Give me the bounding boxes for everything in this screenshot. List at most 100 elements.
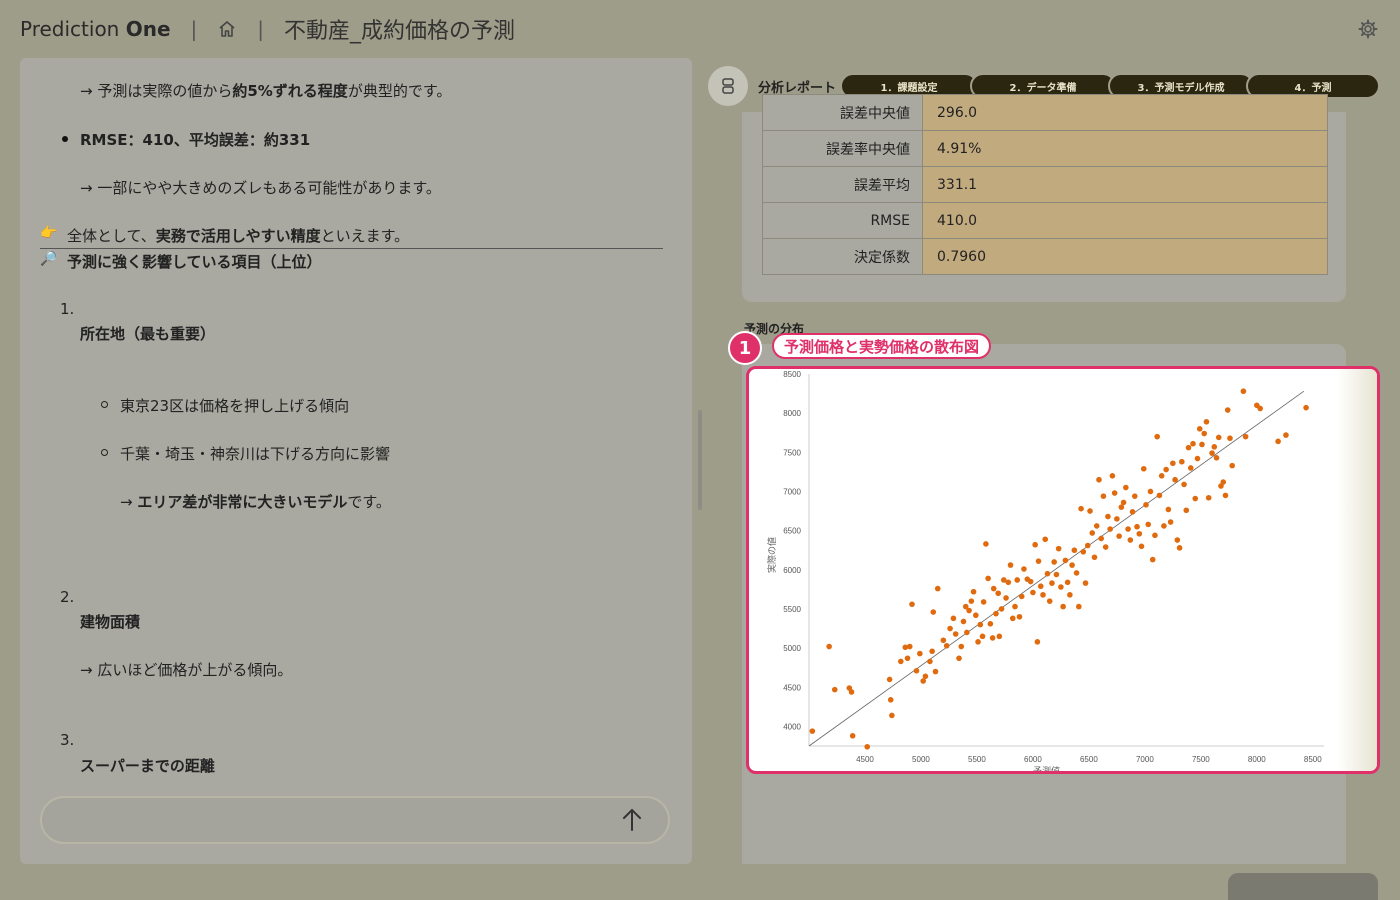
x-axis-label: 予測値 xyxy=(1033,765,1060,771)
scatter-point xyxy=(1158,473,1165,479)
scatter-point xyxy=(864,743,871,750)
scatter-point xyxy=(1082,580,1089,586)
list-subitem: → エリア差が非常に大きいモデルです。 xyxy=(120,493,391,511)
scatter-point xyxy=(996,633,1003,640)
scatter-point xyxy=(1067,592,1073,598)
report-icon[interactable] xyxy=(708,66,748,106)
scatter-point xyxy=(973,612,979,619)
scatter-point xyxy=(958,643,965,650)
table-row: 誤差中央値 296.0 xyxy=(762,94,1328,131)
scatter-point xyxy=(1199,441,1205,448)
scatter-point xyxy=(1021,566,1027,572)
scatter-point xyxy=(1224,407,1231,413)
scatter-point xyxy=(985,575,991,582)
scatter-point xyxy=(826,643,832,650)
scatter-chart: 4500 5000 5500 6000 6500 7000 7500 8000 8500 4000… xyxy=(766,370,1324,771)
scatter-point xyxy=(964,629,970,636)
metric-value: 296.0 xyxy=(922,94,1328,131)
scatter-point xyxy=(1145,521,1152,528)
scatter-point xyxy=(929,648,935,655)
header-separator: | xyxy=(190,17,198,41)
home-icon[interactable] xyxy=(217,19,237,39)
message-line: → 予測は実際の値から約5%ずれる程度が典型的です。 xyxy=(80,82,452,100)
scatter-point xyxy=(1073,570,1080,576)
scatter-point xyxy=(1152,532,1158,539)
metric-label: RMSE xyxy=(762,202,923,239)
table-row: 決定係数 0.7960 xyxy=(762,238,1328,275)
scatter-point xyxy=(979,633,986,640)
list-number: 1. xyxy=(60,300,75,318)
app-logo[interactable]: Prediction One xyxy=(20,17,171,41)
panel-resize-handle[interactable] xyxy=(698,410,702,510)
callout-number: 1 xyxy=(728,331,762,365)
bullet xyxy=(101,401,108,408)
scatter-point xyxy=(1205,494,1212,501)
scatter-point xyxy=(1096,476,1102,483)
scatter-point xyxy=(1211,444,1218,450)
app-header: Prediction One | | 不動産_成約価格の予測 xyxy=(0,0,1400,58)
scatter-point xyxy=(1140,465,1147,472)
scatter-point xyxy=(1091,554,1098,561)
list-subitem: 千葉・埼玉・神奈川は下げる方向に影響 xyxy=(120,445,391,463)
scatter-chart-highlight: 4500 5000 5500 6000 6500 7000 7500 8000 8500 4000… xyxy=(746,366,1380,774)
scatter-point xyxy=(1005,579,1012,586)
scatter-point xyxy=(1275,438,1281,445)
metric-label: 決定係数 xyxy=(762,238,923,275)
scatter-point xyxy=(1240,388,1247,395)
scatter-point xyxy=(1201,430,1208,437)
scatter-point xyxy=(993,610,999,617)
scatter-point xyxy=(1071,547,1078,554)
scatter-point xyxy=(1030,589,1036,596)
scatter-point xyxy=(1125,526,1131,532)
scatter-point xyxy=(917,650,923,657)
scatter-point xyxy=(1143,501,1149,508)
divider xyxy=(40,248,663,249)
scatter-point xyxy=(1084,542,1091,549)
metric-value: 410.0 xyxy=(922,202,1328,239)
x-tick-label: 6000 xyxy=(1024,755,1042,764)
scatter-point xyxy=(1018,593,1025,600)
scatter-point xyxy=(1087,508,1093,514)
scatter-point xyxy=(1009,615,1016,622)
scatter-point xyxy=(1149,556,1156,563)
scatter-point xyxy=(930,609,937,615)
scatter-point xyxy=(1123,484,1129,491)
scatter-point xyxy=(1209,450,1215,456)
metrics-card: 誤差中央値 296.0 誤差率中央値 4.91% 誤差平均 331.1 RMSE 410… xyxy=(742,94,1346,302)
y-tick-label: 8500 xyxy=(783,370,801,379)
metric-value: 4.91% xyxy=(922,130,1328,167)
scatter-point xyxy=(1163,466,1169,473)
send-button[interactable] xyxy=(618,806,646,834)
chat-input[interactable] xyxy=(40,796,670,844)
y-tick-label: 5000 xyxy=(783,644,801,653)
scatter-point xyxy=(1064,579,1071,586)
list-item-title: 所在地（最も重要） xyxy=(80,325,216,343)
feedback-button[interactable] xyxy=(1228,873,1378,900)
scatter-point xyxy=(1185,444,1192,451)
scatter-point xyxy=(989,635,996,641)
scatter-point xyxy=(968,598,975,604)
y-tick-label: 7000 xyxy=(783,487,801,496)
scatter-point xyxy=(998,606,1005,612)
scatter-point xyxy=(1215,434,1222,441)
scatter-point xyxy=(1127,537,1134,543)
magnifier-icon: 🔎 xyxy=(40,251,58,267)
chart-fade xyxy=(1337,369,1377,771)
scatter-point xyxy=(1102,544,1109,550)
y-axis-label: 実際の値 xyxy=(766,537,778,573)
metric-label: 誤差平均 xyxy=(762,166,923,203)
scatter-point xyxy=(943,642,950,649)
gear-icon[interactable] xyxy=(1358,19,1378,39)
scatter-point xyxy=(1093,523,1100,529)
scatter-point xyxy=(1131,493,1138,499)
x-tick-label: 8000 xyxy=(1248,755,1266,764)
scatter-point xyxy=(1012,603,1018,610)
scatter-point xyxy=(1181,481,1187,488)
message-line: → 一部にやや大きめのズレもある可能性があります。 xyxy=(80,179,441,197)
scatter-point xyxy=(1170,460,1176,467)
scatter-point xyxy=(1156,492,1163,499)
scatter-point xyxy=(1058,584,1064,590)
scatter-point xyxy=(1187,465,1194,471)
y-tick-label: 7500 xyxy=(783,448,801,457)
scatter-point xyxy=(1032,541,1038,548)
